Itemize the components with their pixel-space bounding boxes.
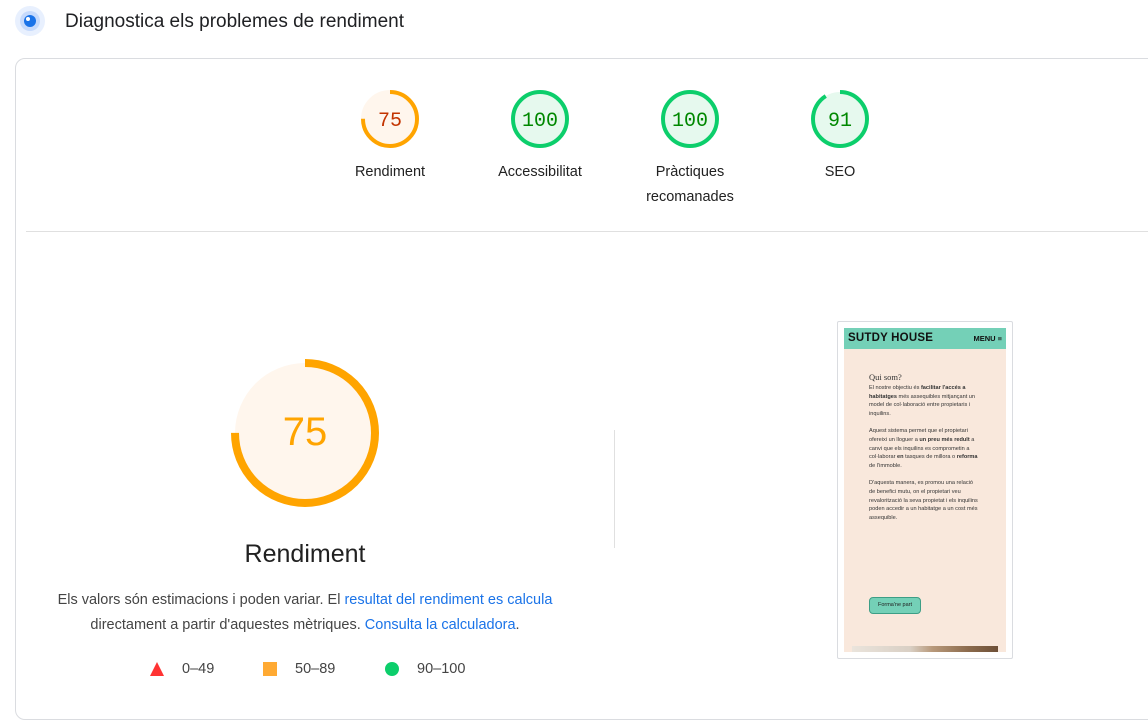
phone-paragraph-2: Aquest sistema permet que el propietari …: [869, 428, 978, 469]
phone-paragraph-1: El nostre objectiu és facilitar l'accés …: [869, 385, 976, 417]
phone-image: [852, 646, 998, 652]
section-divider: [26, 231, 1148, 232]
gauge-seo[interactable]: 91 SEO: [765, 88, 915, 185]
gauge-seo-label: SEO: [824, 164, 856, 180]
desc-text-2: directament a partir d'aquestes mètrique…: [90, 617, 365, 633]
square-icon: [263, 662, 277, 676]
phone-paragraph-3: D'aquesta manera, es promou una relació …: [869, 480, 978, 521]
gauge-best-practices[interactable]: 100 Pràctiques recomanades: [615, 88, 765, 210]
phone-navbar: SUTDY HOUSE MENU ≡: [844, 328, 1006, 349]
phone-menu-icon: MENU ≡: [973, 334, 1002, 343]
page-title: Diagnostica els problemes de rendiment: [65, 11, 405, 32]
phone-join-button: Forma'ne part: [869, 597, 921, 614]
gauge-accessibility-score: 100: [522, 110, 558, 133]
gauge-performance[interactable]: 75 Rendiment: [315, 88, 465, 185]
header: Diagnostica els problemes de rendiment: [0, 0, 1148, 44]
lighthouse-icon: [15, 6, 45, 36]
gauge-accessibility-label: Accessibilitat: [498, 164, 582, 180]
gauge-best-practices-score: 100: [672, 110, 708, 133]
phone-content: Qui som? El nostre objectiu és facilitar…: [869, 373, 979, 531]
phone-screen: SUTDY HOUSE MENU ≡ Qui som? El nostre ob…: [844, 328, 1006, 652]
score-calculation-link[interactable]: resultat del rendiment es calcula: [344, 592, 552, 608]
performance-big-score: 75: [283, 410, 328, 454]
gauge-accessibility-ring: 100: [511, 90, 569, 148]
gauge-best-practices-ring: 100: [661, 90, 719, 148]
performance-big-gauge: 75: [231, 359, 379, 507]
desc-text-3: .: [515, 617, 520, 633]
circle-icon: [385, 662, 399, 676]
vertical-divider: [614, 430, 615, 548]
legend-fail-range: 0–49: [182, 661, 215, 677]
gauge-accessibility[interactable]: 100 Accessibilitat: [465, 88, 615, 185]
gauge-performance-score: 75: [378, 110, 402, 133]
gauge-performance-label: Rendiment: [354, 164, 426, 180]
gauge-best-practices-label: Pràctiques recomanades: [646, 164, 734, 205]
triangle-icon: [150, 662, 164, 676]
legend-pass-range: 90–100: [417, 661, 466, 677]
gauge-seo-ring: 91: [811, 90, 869, 148]
page-screenshot-preview[interactable]: SUTDY HOUSE MENU ≡ Qui som? El nostre ob…: [837, 321, 1013, 659]
legend-average-range: 50–89: [295, 661, 336, 677]
calculator-link[interactable]: Consulta la calculadora: [365, 617, 516, 633]
desc-text-1: Els valors són estimacions i poden varia…: [57, 592, 345, 608]
phone-heading: Qui som?: [869, 372, 902, 382]
performance-description: Els valors són estimacions i poden varia…: [40, 588, 570, 638]
performance-title: Rendiment: [244, 540, 366, 568]
gauge-seo-score: 91: [828, 110, 852, 133]
phone-logo: SUTDY HOUSE: [848, 332, 934, 344]
gauge-performance-ring: 75: [361, 90, 419, 148]
